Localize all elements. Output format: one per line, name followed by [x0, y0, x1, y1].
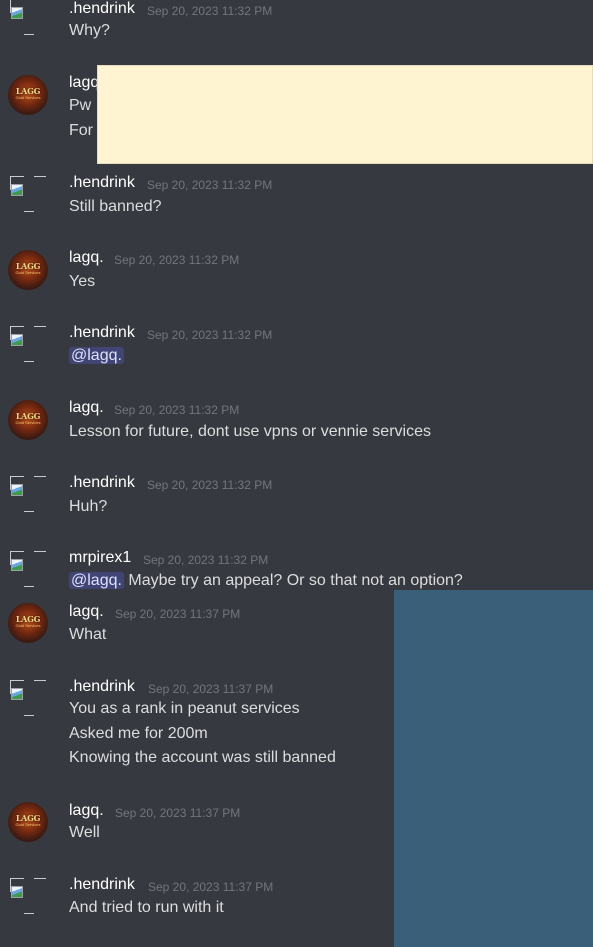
author-name[interactable]: lagq. [69, 802, 104, 820]
broken-image-icon [11, 7, 23, 19]
user-avatar[interactable] [8, 876, 48, 916]
author-name[interactable]: .hendrink [69, 0, 135, 18]
user-avatar[interactable]: LAGG Gold Services [8, 400, 48, 440]
author-name[interactable]: .hendrink [69, 474, 135, 492]
chat-message-list[interactable]: .hendrink Sep 20, 2023 11:32 PM Why? LAG… [0, 0, 593, 947]
message-text: You as a rank in peanut services [69, 700, 300, 717]
timestamp: Sep 20, 2023 11:37 PM [115, 806, 241, 820]
timestamp: Sep 20, 2023 11:37 PM [148, 682, 274, 696]
author-name[interactable]: lagq. [69, 603, 104, 621]
broken-image-icon [11, 886, 23, 898]
timestamp: Sep 20, 2023 11:37 PM [148, 880, 274, 894]
author-name[interactable]: lagq. [69, 399, 104, 417]
author-name[interactable]: mrpirex1 [69, 549, 131, 567]
timestamp: Sep 20, 2023 11:32 PM [147, 328, 273, 342]
user-avatar[interactable] [8, 549, 48, 589]
timestamp: Sep 20, 2023 11:37 PM [115, 607, 241, 621]
user-avatar[interactable]: LAGG Gold Services [8, 75, 48, 115]
message-text: Asked me for 200m [69, 725, 208, 742]
timestamp: Sep 20, 2023 11:32 PM [114, 253, 240, 267]
author-name[interactable]: .hendrink [69, 678, 135, 696]
message-text: Yes [69, 273, 96, 290]
message-text: Huh? [69, 498, 108, 515]
message-text: What [69, 626, 107, 643]
timestamp: Sep 20, 2023 11:32 PM [147, 4, 273, 18]
user-avatar[interactable]: LAGG Gold Services [8, 250, 48, 290]
message-text: Knowing the account was still banned [69, 749, 336, 766]
timestamp: Sep 20, 2023 11:32 PM [147, 178, 273, 192]
user-mention[interactable]: @lagq. [69, 572, 124, 589]
user-avatar[interactable] [8, 324, 48, 364]
message-text: Pw [69, 97, 92, 114]
message-text: Well [69, 824, 100, 841]
user-avatar[interactable]: LAGG Gold Services [8, 603, 48, 643]
author-name[interactable]: .hendrink [69, 174, 135, 192]
message-text: Lesson for future, dont use vpns or venn… [69, 423, 431, 440]
user-avatar[interactable] [8, 678, 48, 718]
message-text: Why? [69, 22, 110, 39]
broken-image-icon [11, 484, 23, 496]
broken-image-icon [11, 688, 23, 700]
author-name[interactable]: .hendrink [69, 324, 135, 342]
message-text: @lagq. Maybe try an appeal? Or so that n… [69, 572, 463, 589]
broken-image-icon [11, 559, 23, 571]
broken-image-icon [11, 184, 23, 196]
author-name[interactable]: lagq. [69, 249, 104, 267]
message-text: For [69, 122, 93, 139]
redaction-overlay [97, 65, 593, 164]
author-name[interactable]: .hendrink [69, 876, 135, 894]
broken-image-icon [11, 334, 23, 346]
user-avatar[interactable] [8, 0, 48, 37]
timestamp: Sep 20, 2023 11:32 PM [147, 478, 273, 492]
timestamp: Sep 20, 2023 11:32 PM [114, 403, 240, 417]
user-avatar[interactable] [8, 174, 48, 214]
user-avatar[interactable] [8, 474, 48, 514]
message-text: And tried to run with it [69, 899, 224, 916]
timestamp: Sep 20, 2023 11:32 PM [143, 553, 269, 567]
message-text: Still banned? [69, 198, 162, 215]
redaction-overlay [394, 590, 593, 947]
user-mention[interactable]: @lagq. [69, 347, 124, 364]
user-avatar[interactable]: LAGG Gold Services [8, 802, 48, 842]
message-text: @lagq. [69, 347, 124, 365]
